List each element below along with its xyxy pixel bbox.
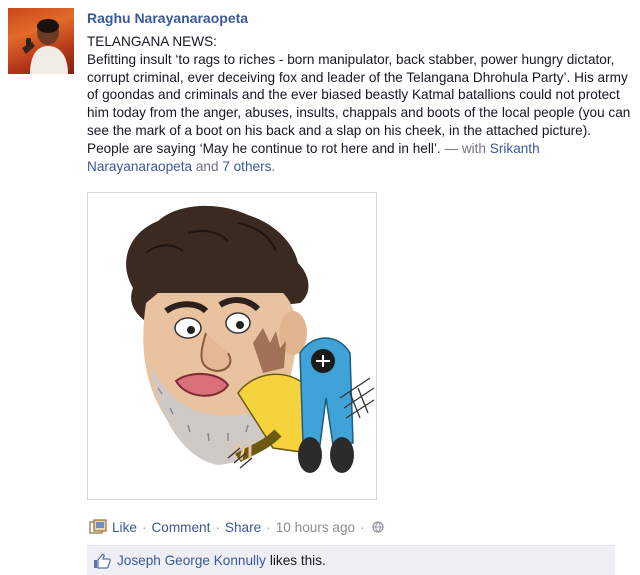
author-avatar[interactable] (8, 8, 74, 74)
share-icon (89, 519, 107, 534)
with-prefix: — with (440, 140, 490, 156)
and-text: and (192, 158, 223, 174)
author-name[interactable]: Raghu Narayanaraopeta (87, 10, 248, 26)
post-timestamp[interactable]: 10 hours ago (276, 520, 355, 535)
post-text: TELANGANA NEWS: Befitting insult ‘to rag… (87, 33, 632, 175)
like-button[interactable]: Like (112, 520, 137, 535)
globe-icon[interactable] (371, 521, 384, 533)
liker-link[interactable]: Joseph George Konnully (117, 553, 266, 568)
attached-photo[interactable] (87, 192, 377, 500)
thumbs-up-icon (94, 553, 111, 569)
post-actions: Like · Comment · Share · 10 hours ago · (89, 519, 384, 535)
post-headline: TELANGANA NEWS: (87, 34, 217, 49)
likes-suffix: likes this. (269, 553, 326, 568)
comment-button[interactable]: Comment (151, 520, 210, 535)
separator: · (215, 519, 220, 535)
separator: · (266, 519, 271, 535)
separator: · (360, 519, 365, 535)
likes-bar: Joseph George Konnully likes this. (87, 545, 615, 575)
separator: · (141, 519, 147, 535)
post-body: Befitting insult ‘to rags to riches - bo… (87, 51, 632, 176)
end-period: . (271, 158, 276, 174)
others-link[interactable]: 7 others (222, 159, 271, 174)
share-button[interactable]: Share (225, 520, 261, 535)
post-body-text: Befitting insult ‘to rags to riches - bo… (87, 51, 631, 156)
